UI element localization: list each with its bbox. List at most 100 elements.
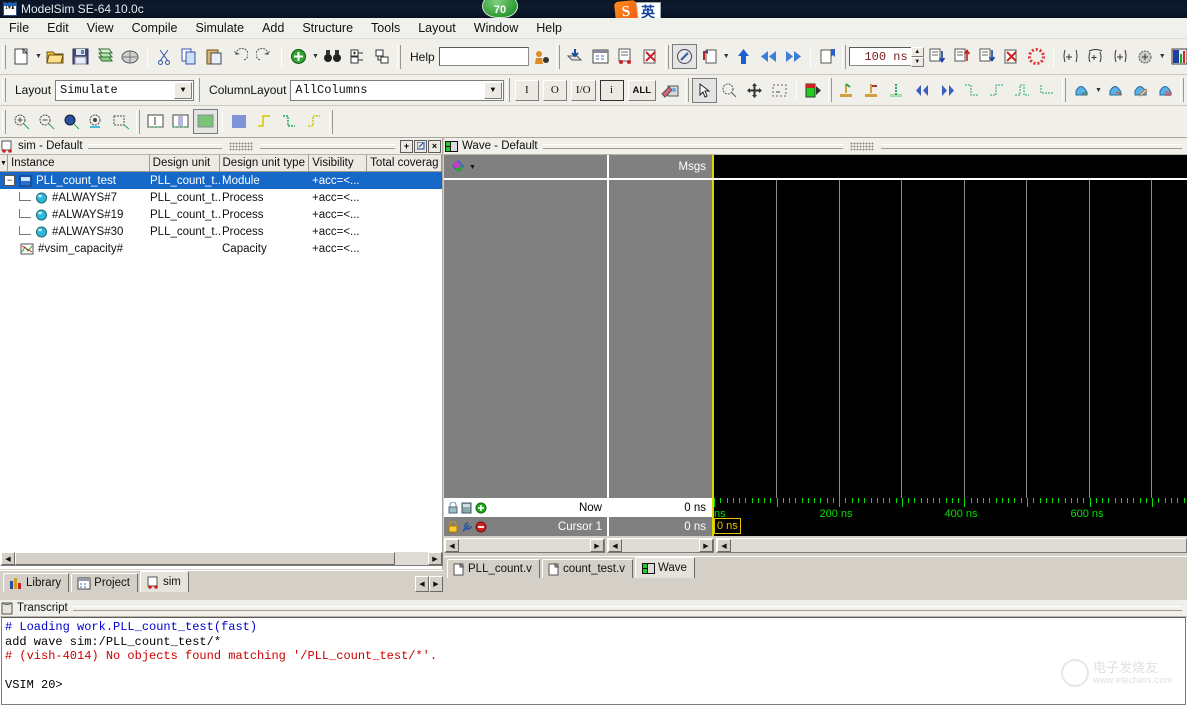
tabbar-scroll-left[interactable]: ◀ bbox=[415, 576, 429, 592]
scroll-track[interactable] bbox=[459, 539, 590, 552]
tabbar-scroll-right[interactable]: ▶ bbox=[429, 576, 443, 592]
step-over-icon[interactable] bbox=[1083, 44, 1108, 69]
table-row[interactable]: #ALWAYS#7 PLL_count_t... Process +acc=<.… bbox=[0, 189, 442, 206]
wave-canvas-hscrollbar[interactable]: ◀ bbox=[716, 538, 1187, 553]
run-wave-icon[interactable] bbox=[801, 78, 826, 103]
menu-simulate[interactable]: Simulate bbox=[186, 19, 253, 37]
wave-grid-icon[interactable] bbox=[227, 109, 252, 134]
collapse-all-icon[interactable] bbox=[370, 44, 395, 69]
menu-help[interactable]: Help bbox=[527, 19, 571, 37]
wave-edge-fall-icon[interactable] bbox=[277, 109, 302, 134]
layout-select[interactable]: Simulate bbox=[55, 79, 195, 101]
menu-file[interactable]: File bbox=[0, 19, 38, 37]
sim-panel-grip[interactable] bbox=[229, 141, 254, 151]
table-row[interactable]: #ALWAYS#30 PLL_count_t... Process +acc=<… bbox=[0, 223, 442, 240]
cursor-prev-icon[interactable] bbox=[910, 78, 935, 103]
wave-color-2-icon[interactable] bbox=[1103, 78, 1128, 103]
copy-button[interactable] bbox=[177, 44, 202, 69]
delete-cursor-icon[interactable] bbox=[860, 78, 885, 103]
add-dropdown-icon[interactable] bbox=[311, 44, 320, 69]
toolbar-grip[interactable] bbox=[397, 44, 401, 69]
menu-compile[interactable]: Compile bbox=[123, 19, 187, 37]
cut-button[interactable] bbox=[152, 44, 177, 69]
zoom-cursor-icon[interactable] bbox=[84, 109, 109, 134]
compile-button[interactable] bbox=[93, 44, 118, 69]
scroll-right-button[interactable]: ▶ bbox=[590, 539, 604, 552]
wave-waveform-area[interactable] bbox=[712, 180, 1187, 498]
scroll-left-button[interactable]: ◀ bbox=[717, 539, 731, 552]
toolbar-grip[interactable] bbox=[196, 78, 201, 102]
menu-view[interactable]: View bbox=[78, 19, 123, 37]
zoom-full-icon[interactable] bbox=[59, 109, 84, 134]
column-header-instance[interactable]: Instance bbox=[8, 155, 150, 171]
restart-icon[interactable] bbox=[1024, 44, 1049, 69]
delete-icon[interactable] bbox=[475, 521, 487, 533]
sim-panel-hscrollbar[interactable]: ◀ ▶ bbox=[0, 551, 443, 566]
wave-names-hscrollbar[interactable]: ◀ ▶ bbox=[444, 538, 605, 553]
toolbar-grip[interactable] bbox=[685, 78, 689, 102]
table-row[interactable]: #vsim_capacity# Capacity +acc=<... bbox=[0, 240, 442, 257]
lock-icon[interactable] bbox=[447, 501, 459, 514]
wrench-icon[interactable] bbox=[461, 521, 473, 533]
simulate-icon[interactable] bbox=[613, 44, 638, 69]
toolbar-grip[interactable] bbox=[136, 109, 140, 134]
green-plus-circle-icon[interactable] bbox=[286, 44, 311, 69]
find-falling-edge-icon[interactable] bbox=[960, 78, 985, 103]
column-header-total-coverage[interactable]: Total coverag bbox=[367, 155, 442, 171]
wave-display-options-icon[interactable] bbox=[450, 159, 467, 175]
wave-signal-names-area[interactable] bbox=[444, 180, 607, 498]
scroll-left-button[interactable]: ◀ bbox=[1, 552, 15, 565]
wave-color-1-icon[interactable] bbox=[1069, 78, 1094, 103]
toolbar-grip[interactable] bbox=[828, 78, 832, 102]
signal-properties-icon[interactable] bbox=[658, 78, 683, 103]
menu-layout[interactable]: Layout bbox=[409, 19, 465, 37]
new-project-icon[interactable] bbox=[588, 44, 613, 69]
scroll-left-button[interactable]: ◀ bbox=[608, 539, 622, 552]
find-any-edge-icon[interactable] bbox=[1010, 78, 1035, 103]
expand-all-icon[interactable] bbox=[345, 44, 370, 69]
toolbar-grip[interactable] bbox=[555, 44, 560, 69]
wave-timeline-axis[interactable]: ns 200 ns 400 ns 600 ns bbox=[712, 498, 1187, 517]
filter-inouts-button[interactable]: I/O bbox=[570, 79, 596, 101]
scroll-track[interactable] bbox=[622, 539, 699, 552]
column-header-visibility[interactable]: Visibility bbox=[309, 155, 368, 171]
find-next-transition-icon[interactable] bbox=[1035, 78, 1060, 103]
simulation-time-input[interactable]: 100 ns bbox=[848, 47, 912, 66]
back-icon[interactable] bbox=[756, 44, 781, 69]
run-icon[interactable] bbox=[924, 44, 949, 69]
goto-source-icon[interactable] bbox=[697, 44, 722, 69]
format-literal-icon[interactable] bbox=[143, 109, 168, 134]
sim-panel-dock-button[interactable]: + bbox=[400, 139, 414, 153]
tab-project[interactable]: Project bbox=[71, 573, 138, 592]
menu-window[interactable]: Window bbox=[465, 19, 527, 37]
wave-cursor-track[interactable]: 0 ns bbox=[712, 517, 1187, 536]
zoom-mode-icon[interactable] bbox=[717, 78, 742, 103]
wave-color-dropdown-icon[interactable] bbox=[1094, 78, 1103, 103]
insert-cursor-icon[interactable] bbox=[835, 78, 860, 103]
select-mode-icon[interactable] bbox=[692, 77, 717, 103]
column-header-design-unit[interactable]: Design unit bbox=[150, 155, 220, 171]
scroll-left-button[interactable]: ◀ bbox=[445, 539, 459, 552]
sim-panel-close-button[interactable]: × bbox=[428, 139, 442, 153]
toolbar-grip[interactable] bbox=[2, 44, 6, 69]
format-logic-icon[interactable] bbox=[168, 109, 193, 134]
scroll-track[interactable] bbox=[395, 552, 428, 565]
toolbar-grip[interactable] bbox=[2, 78, 6, 102]
wave-panel-grip[interactable] bbox=[850, 141, 875, 151]
wave-edge-both-icon[interactable] bbox=[302, 109, 327, 134]
scroll-right-button[interactable]: ▶ bbox=[428, 552, 442, 565]
menu-tools[interactable]: Tools bbox=[362, 19, 409, 37]
filter-inputs-button[interactable]: I bbox=[514, 79, 539, 101]
wave-signal-values-area[interactable] bbox=[607, 180, 712, 498]
wave-color-3-icon[interactable] bbox=[1128, 78, 1153, 103]
show-source-icon[interactable] bbox=[671, 44, 697, 69]
tab-count-test-v[interactable]: count_test.v bbox=[541, 559, 633, 578]
wave-edge-rise-icon[interactable] bbox=[252, 109, 277, 134]
toolbar-grip[interactable] bbox=[841, 44, 846, 69]
edit-mode-icon[interactable] bbox=[767, 78, 792, 103]
help-search-input[interactable] bbox=[438, 47, 529, 66]
open-button[interactable] bbox=[43, 44, 68, 69]
transcript-body[interactable]: # Loading work.PLL_count_test(fast) add … bbox=[1, 617, 1186, 705]
table-row[interactable]: #ALWAYS#19 PLL_count_t... Process +acc=<… bbox=[0, 206, 442, 223]
run-all-icon[interactable] bbox=[974, 44, 999, 69]
